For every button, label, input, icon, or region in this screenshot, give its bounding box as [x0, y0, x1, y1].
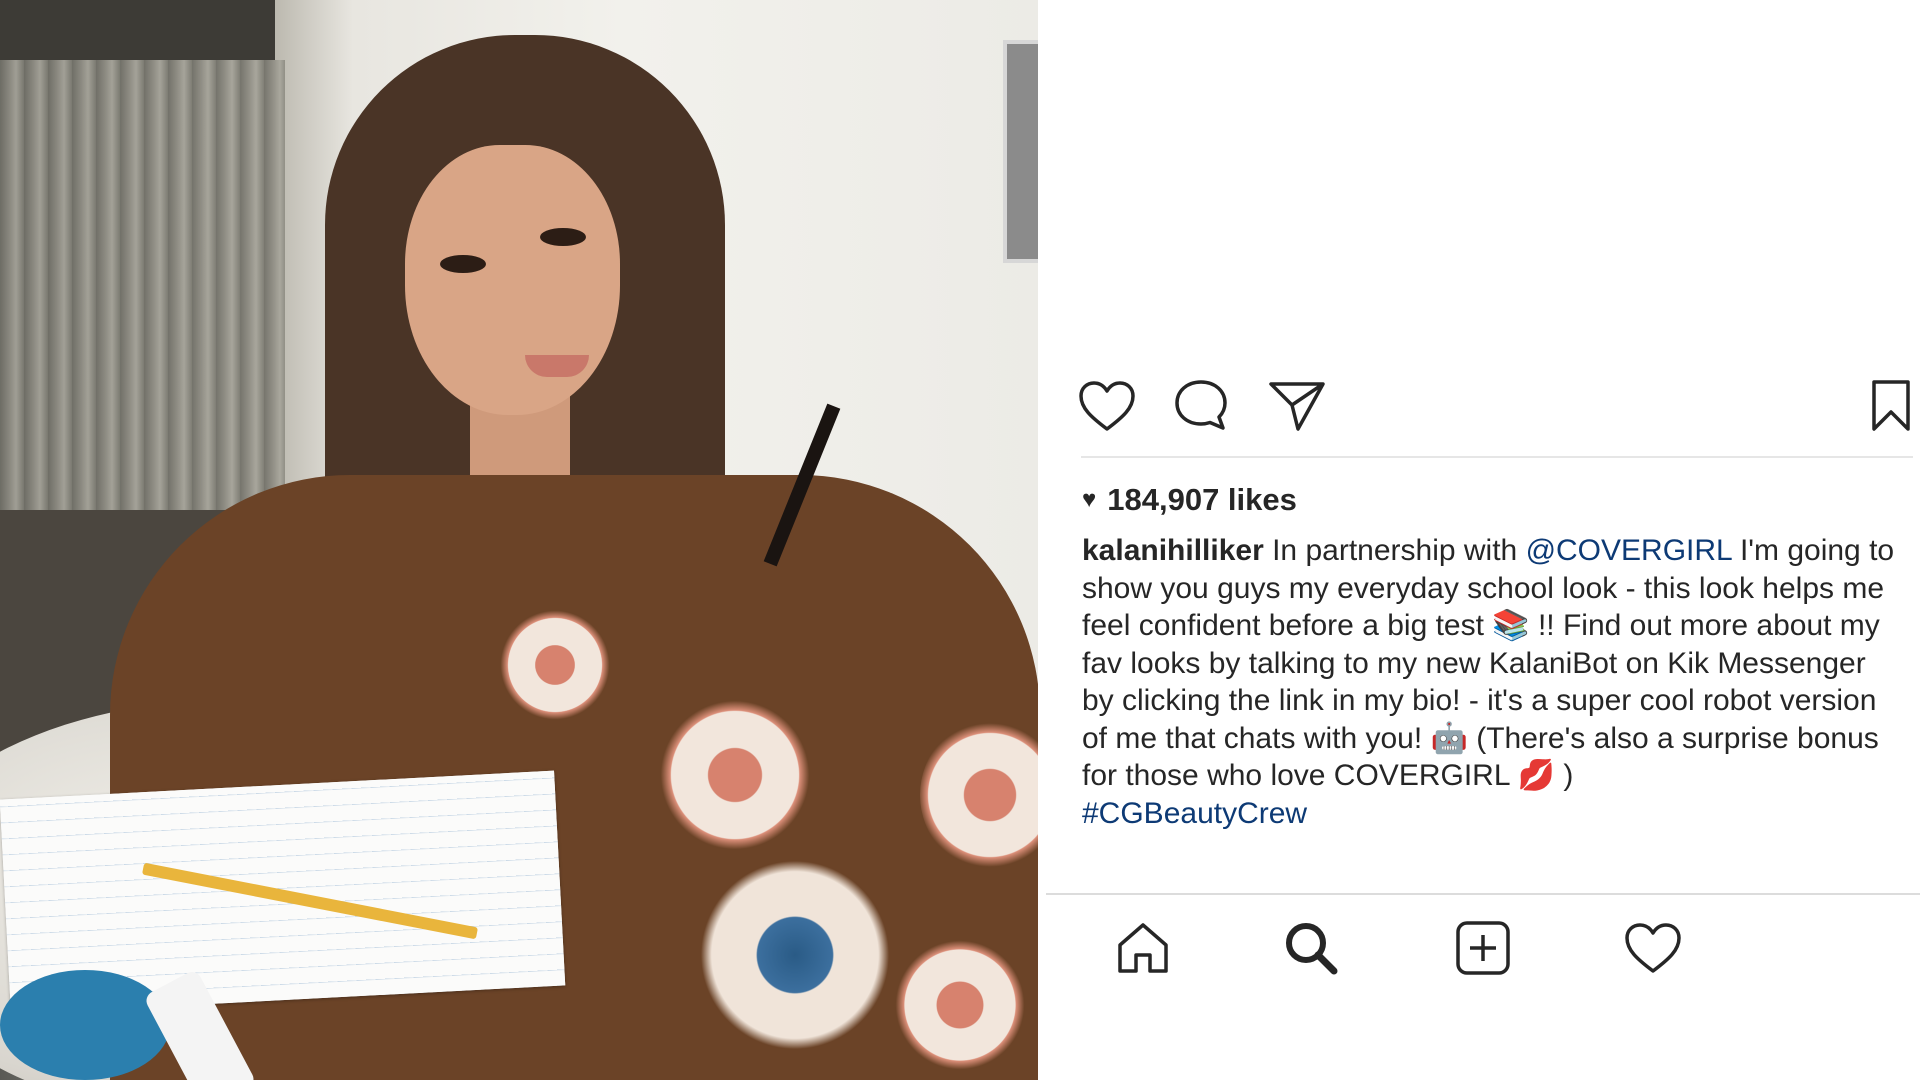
- home-icon: [1118, 923, 1168, 973]
- heart-filled-icon: ♥: [1082, 486, 1097, 513]
- likes-text: 184,907 likes: [1107, 482, 1297, 517]
- photo-compact: [0, 970, 170, 1080]
- comment-button[interactable]: [1169, 374, 1233, 438]
- likes-count[interactable]: ♥ 184,907 likes: [1082, 477, 1297, 523]
- actions-divider: [1081, 456, 1913, 458]
- robot-emoji-icon: 🤖: [1430, 720, 1468, 756]
- photo-eye-right: [540, 228, 586, 246]
- lips-emoji-icon: 💋: [1517, 758, 1556, 793]
- like-button[interactable]: [1075, 374, 1139, 438]
- caption-text: In partnership with: [1263, 534, 1526, 567]
- photo-face: [405, 145, 620, 415]
- nav-activity-button[interactable]: [1618, 913, 1688, 983]
- comment-bubble-icon: [1175, 380, 1227, 430]
- caption-mention[interactable]: @COVERGIRL: [1526, 534, 1732, 567]
- nav-search-button[interactable]: [1276, 913, 1346, 983]
- photo-flower: [895, 940, 1025, 1070]
- photo-flower: [500, 610, 610, 720]
- photo-flower: [700, 860, 890, 1050]
- photo-eye-left: [440, 255, 486, 273]
- bottom-nav: [1038, 895, 1920, 995]
- save-button[interactable]: [1859, 374, 1920, 438]
- heart-outline-icon: [1625, 923, 1681, 973]
- caption-username[interactable]: kalanihilliker: [1082, 534, 1264, 567]
- share-button[interactable]: [1265, 374, 1329, 438]
- bookmark-icon: [1872, 380, 1910, 431]
- plus-square-icon: [1456, 921, 1510, 975]
- nav-home-button[interactable]: [1108, 913, 1178, 983]
- caption-hashtag[interactable]: #CGBeautyCrew: [1082, 797, 1307, 830]
- photo-wall-frame: [1003, 40, 1038, 263]
- search-icon: [1286, 923, 1338, 975]
- paper-plane-icon: [1269, 382, 1325, 431]
- nav-new-post-button[interactable]: [1448, 913, 1518, 983]
- caption-text: ): [1555, 759, 1574, 792]
- post-actions-bar: [1075, 374, 1917, 434]
- books-emoji-icon: 📚: [1492, 608, 1530, 643]
- heart-outline-icon: [1079, 381, 1135, 431]
- photo-flower: [660, 700, 810, 850]
- post-caption: kalanihilliker In partnership with @COVE…: [1082, 532, 1902, 832]
- post-panel: ♥ 184,907 likes kalanihilliker In partne…: [1038, 0, 1920, 1080]
- photo-curtain: [0, 60, 285, 530]
- post-photo[interactable]: [0, 0, 1038, 1080]
- photo-ceiling: [0, 0, 275, 60]
